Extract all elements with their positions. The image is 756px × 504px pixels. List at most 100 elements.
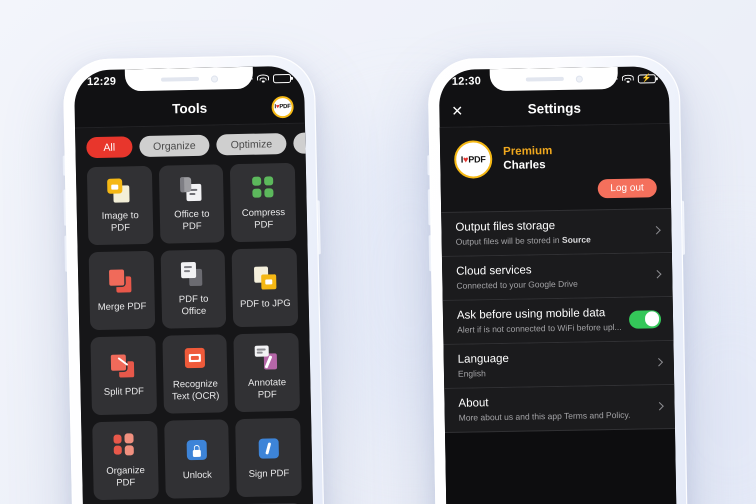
settings-row-subtitle-text: English bbox=[457, 368, 486, 379]
tools-grid: Image to PDF Office to PDF Compress PDF Mer… bbox=[76, 162, 314, 504]
settings-row-cloud-services[interactable]: Cloud services Connected to your Google D… bbox=[441, 253, 673, 302]
tool-tile-label: Image to PDF bbox=[101, 210, 139, 234]
tool-tile-label: PDF to Office bbox=[178, 294, 209, 318]
power-button[interactable] bbox=[680, 200, 685, 255]
tools-navbar: Tools I♥PDF bbox=[74, 89, 305, 129]
tool-tile-merge-pdf[interactable]: Merge PDF bbox=[88, 250, 155, 331]
split-pdf-icon bbox=[108, 352, 139, 381]
settings-list: Output files storage Output files will be… bbox=[441, 208, 675, 433]
pdf-to-jpg-icon bbox=[250, 264, 281, 293]
settings-row-output-files-storage[interactable]: Output files storage Output files will be… bbox=[441, 208, 672, 258]
settings-row-about[interactable]: About More about us and this app Terms an… bbox=[444, 384, 675, 433]
tool-tile-sign-pdf[interactable]: Sign PDF bbox=[235, 417, 302, 498]
volume-down-button[interactable] bbox=[64, 235, 69, 272]
wifi-icon bbox=[621, 74, 634, 83]
settings-content: I♥PDF Premium Charles Log out Output fil… bbox=[439, 124, 678, 504]
close-icon[interactable]: ✕ bbox=[451, 102, 463, 118]
power-button[interactable] bbox=[316, 200, 321, 255]
notch bbox=[124, 66, 254, 92]
ocr-icon bbox=[180, 345, 211, 374]
mute-switch[interactable] bbox=[62, 155, 67, 176]
tool-tile-label: Annotate PDF bbox=[247, 377, 287, 401]
tool-tile-label: Split PDF bbox=[103, 386, 145, 399]
profile-card: I♥PDF Premium Charles Log out bbox=[439, 124, 672, 213]
front-camera bbox=[210, 74, 218, 83]
settings-row-title: Ask before using mobile data bbox=[456, 307, 606, 322]
settings-row-ask-before-mobile-data[interactable]: Ask before using mobile data Alert if is … bbox=[442, 296, 674, 346]
annotate-pdf-icon bbox=[251, 344, 282, 373]
earpiece-speaker bbox=[525, 76, 564, 82]
page-title: Settings bbox=[527, 100, 582, 117]
settings-row-title: Cloud services bbox=[456, 264, 532, 278]
tool-tile-label: Recognize Text (OCR) bbox=[171, 378, 220, 403]
settings-row-subtitle: English bbox=[458, 365, 648, 378]
office-to-pdf-icon bbox=[176, 175, 207, 204]
filter-chip-conve[interactable]: Conve bbox=[292, 131, 315, 154]
tool-tile-annotate-pdf[interactable]: Annotate PDF bbox=[233, 332, 300, 413]
settings-row-subtitle-text: More about us and this app Terms and Pol… bbox=[458, 409, 631, 423]
avatar-logo-text: I♥PDF bbox=[460, 154, 486, 165]
tools-content: All Organize Optimize Conve Image to PDF Off… bbox=[75, 123, 315, 504]
filter-chip-all[interactable]: All bbox=[86, 136, 133, 159]
status-time: 12:29 bbox=[86, 75, 117, 89]
settings-row-subtitle-value: Source bbox=[561, 234, 591, 245]
compress-pdf-icon bbox=[248, 174, 279, 203]
tool-tile-split-pdf[interactable]: Split PDF bbox=[90, 335, 157, 416]
account-name: Charles bbox=[503, 159, 546, 172]
tool-tile-recognize-text-ocr[interactable]: Recognize Text (OCR) bbox=[162, 334, 229, 414]
settings-row-language[interactable]: Language English bbox=[443, 340, 675, 389]
empty-area bbox=[445, 428, 678, 504]
tool-tile-unlock[interactable]: Unlock bbox=[163, 419, 231, 499]
chevron-right-icon bbox=[654, 357, 664, 366]
tool-tile-pdf-to-jpg[interactable]: PDF to JPG bbox=[231, 247, 299, 328]
tool-tile-office-to-pdf[interactable]: Office to PDF bbox=[158, 164, 225, 244]
chevron-right-icon bbox=[653, 269, 662, 279]
organize-pdf-icon bbox=[110, 432, 141, 461]
tool-tile-label: Office to PDF bbox=[174, 209, 210, 233]
settings-navbar: ✕ Settings bbox=[439, 90, 670, 129]
filter-chip-row[interactable]: All Organize Optimize Conve bbox=[75, 124, 315, 168]
settings-row-subtitle-text: Alert if is not connected to WiFi before… bbox=[457, 321, 622, 335]
page-title: Tools bbox=[171, 100, 208, 117]
tools-screen: 12:29 Tools I♥PDF All Organize Optimize Con… bbox=[73, 65, 315, 504]
settings-row-title: About bbox=[458, 397, 489, 410]
sign-pdf-icon bbox=[253, 434, 284, 463]
toggle-knob bbox=[644, 311, 660, 327]
battery-icon bbox=[272, 73, 292, 83]
tool-tile-label: Unlock bbox=[182, 469, 212, 482]
wifi-icon bbox=[256, 73, 270, 83]
settings-row-subtitle-text: Connected to your Google Drive bbox=[456, 278, 578, 291]
chevron-right-icon bbox=[652, 225, 661, 235]
settings-row-subtitle: More about us and this app Terms and Pol… bbox=[458, 409, 649, 423]
image-to-pdf-icon bbox=[104, 177, 135, 206]
ilovepdf-avatar-icon[interactable]: I♥PDF bbox=[271, 95, 294, 118]
tool-tile-label: Organize PDF bbox=[106, 465, 145, 489]
tool-tile-label: Merge PDF bbox=[97, 301, 147, 314]
status-time: 12:30 bbox=[451, 75, 482, 88]
phone-mockup-settings: 12:30 ⚡ ✕ Settings I♥PDF Premium Charles bbox=[427, 54, 689, 504]
chevron-right-icon bbox=[655, 401, 664, 410]
settings-row-subtitle: Connected to your Google Drive bbox=[456, 277, 646, 291]
volume-down-button[interactable] bbox=[428, 235, 433, 272]
volume-up-button[interactable] bbox=[63, 189, 68, 226]
settings-row-subtitle: Output files will be stored in Source bbox=[456, 233, 646, 246]
log-out-button[interactable]: Log out bbox=[597, 178, 657, 199]
tool-tile-pdf-to-office[interactable]: PDF to Office bbox=[160, 249, 227, 329]
front-camera bbox=[575, 75, 583, 83]
mute-switch[interactable] bbox=[427, 155, 431, 176]
filter-chip-organize[interactable]: Organize bbox=[138, 134, 210, 158]
merge-pdf-icon bbox=[106, 267, 137, 296]
volume-up-button[interactable] bbox=[427, 189, 432, 226]
tool-tile-organize-pdf[interactable]: Organize PDF bbox=[92, 420, 159, 501]
ilovepdf-avatar-icon[interactable]: I♥PDF bbox=[453, 140, 493, 179]
avatar-logo-text: I♥PDF bbox=[274, 103, 291, 110]
toggle-ask-before-mobile-data[interactable] bbox=[628, 309, 662, 329]
tool-tile-compress-pdf[interactable]: Compress PDF bbox=[230, 162, 297, 243]
tool-tile-label: PDF to JPG bbox=[239, 298, 291, 311]
tool-tile-image-to-pdf[interactable]: Image to PDF bbox=[86, 165, 154, 246]
notch bbox=[489, 66, 619, 92]
filter-chip-optimize[interactable]: Optimize bbox=[216, 133, 287, 156]
settings-row-title: Language bbox=[457, 352, 509, 366]
unlock-icon bbox=[181, 436, 212, 465]
earpiece-speaker bbox=[160, 76, 199, 82]
